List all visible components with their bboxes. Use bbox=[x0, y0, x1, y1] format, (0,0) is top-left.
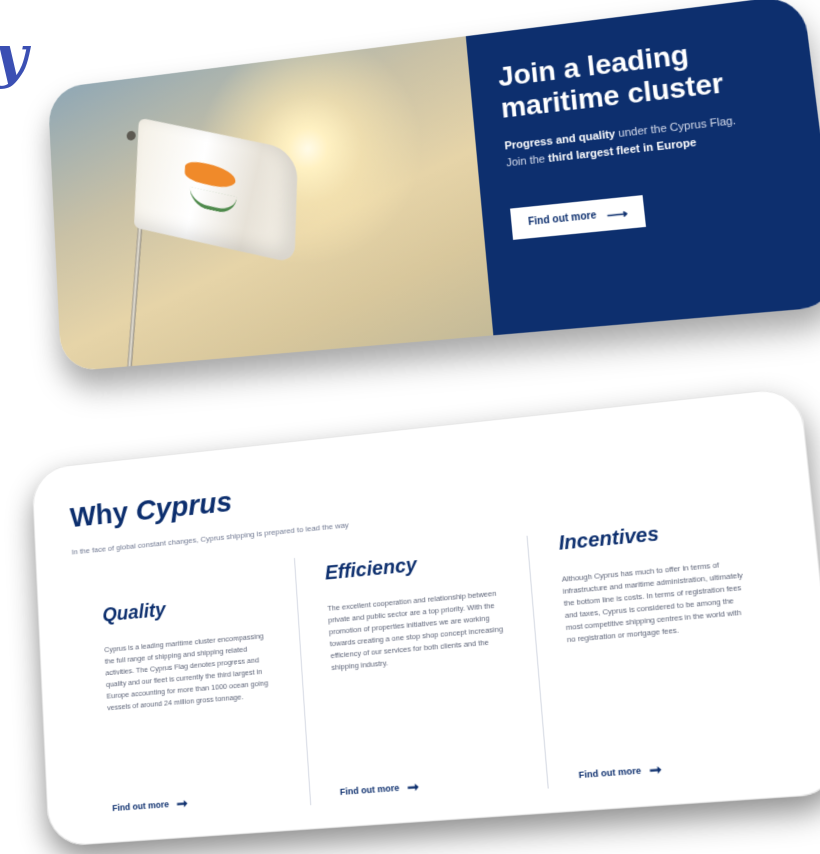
handwritten-mark: y bbox=[0, 22, 28, 90]
feature-body: The excellent cooperation and relationsh… bbox=[327, 588, 504, 673]
hero-find-out-more-button[interactable]: Find out more ⟶ bbox=[510, 195, 647, 240]
feature-columns: Quality Cyprus is a leading maritime clu… bbox=[73, 512, 798, 821]
feature-body: Cyprus is a leading maritime cluster enc… bbox=[104, 631, 269, 713]
arrow-right-icon: ➞ bbox=[176, 794, 189, 812]
feature-heading: Quality bbox=[101, 599, 167, 627]
hero-button-label: Find out more bbox=[527, 210, 598, 229]
link-label: Find out more bbox=[578, 765, 642, 781]
feature-column-efficiency: Efficiency The excellent cooperation and… bbox=[293, 535, 548, 806]
why-title-light: Why bbox=[69, 496, 129, 534]
flag-pole-finial bbox=[126, 130, 136, 141]
arrow-right-icon: ⟶ bbox=[605, 204, 629, 223]
hero-title: Join a leading maritime cluster bbox=[497, 28, 785, 125]
feature-column-incentives: Incentives Although Cyprus has much to o… bbox=[526, 512, 798, 789]
hero-banner-card: Join a leading maritime cluster Progress… bbox=[47, 0, 820, 373]
cyprus-map-emblem bbox=[184, 159, 236, 191]
feature-body: Although Cyprus has much to offer in ter… bbox=[561, 560, 744, 645]
find-out-more-link-efficiency[interactable]: Find out more ➞ bbox=[339, 778, 420, 798]
find-out-more-link-incentives[interactable]: Find out more ➞ bbox=[578, 760, 663, 781]
why-title-bold: Cyprus bbox=[134, 485, 234, 528]
feature-heading: Efficiency bbox=[324, 554, 418, 585]
feature-column-quality: Quality Cyprus is a leading maritime clu… bbox=[73, 558, 310, 821]
hero-flag-photo bbox=[47, 36, 494, 373]
link-label: Find out more bbox=[339, 782, 400, 798]
find-out-more-link-quality[interactable]: Find out more ➞ bbox=[112, 794, 189, 814]
arrow-right-icon: ➞ bbox=[648, 760, 663, 779]
olive-branches-emblem bbox=[189, 186, 237, 216]
arrow-right-icon: ➞ bbox=[406, 778, 420, 796]
hero-text-2: Join the bbox=[505, 153, 546, 170]
cyprus-flag-image bbox=[133, 117, 299, 264]
hero-text-panel: Join a leading maritime cluster Progress… bbox=[466, 0, 820, 336]
hero-text-1: under the Cyprus Flag. bbox=[617, 114, 737, 141]
link-label: Find out more bbox=[112, 799, 170, 814]
feature-heading: Incentives bbox=[557, 523, 660, 555]
why-cyprus-card: Why Cyprus In the face of global constan… bbox=[31, 386, 820, 848]
